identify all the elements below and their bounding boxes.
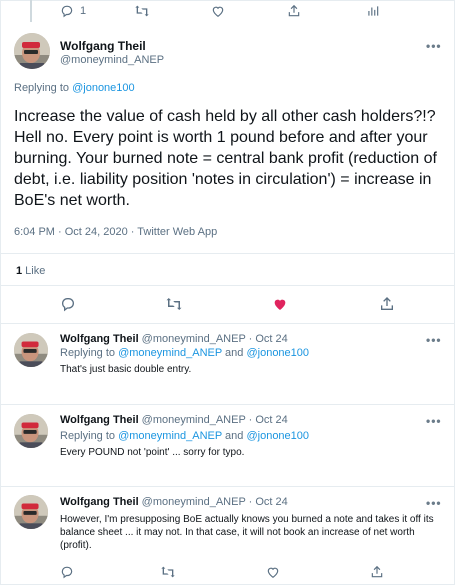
reply-icon (62, 298, 74, 312)
previous-tweet-actions: 1 (0, 4, 455, 22)
divider (0, 285, 455, 286)
reply-author-handle-time[interactable]: @moneymind_ANEP · Oct 24 (139, 333, 288, 345)
replying-to-and: and (222, 347, 247, 359)
retweet-icon (161, 566, 175, 578)
replying-to-handle-link[interactable]: @jonone100 (246, 347, 309, 359)
retweet-button[interactable] (165, 296, 183, 312)
reply-icon (61, 5, 73, 18)
like-count-link[interactable]: 1 Like (16, 265, 45, 277)
retweet-icon (166, 298, 182, 310)
share-button[interactable] (379, 296, 395, 312)
like-label: Like (22, 265, 46, 277)
replying-to-handle-link[interactable]: @jonone100 (72, 82, 135, 94)
tweet-text: Increase the value of cash held by all o… (14, 108, 437, 209)
avatar[interactable] (14, 414, 48, 448)
more-options-icon[interactable]: ••• (426, 334, 442, 346)
heart-outline-icon (212, 6, 224, 17)
author-name[interactable]: Wolfgang Theil (60, 39, 146, 53)
more-options-icon[interactable]: ••• (426, 415, 442, 427)
author-handle[interactable]: @moneymind_ANEP (60, 54, 164, 66)
reply-button[interactable]: 1 (60, 4, 86, 18)
divider (0, 486, 455, 487)
reply-icon (61, 566, 73, 579)
more-options-icon[interactable]: ••• (426, 40, 442, 52)
share-button[interactable] (287, 4, 301, 18)
reply-button[interactable] (60, 565, 74, 579)
replying-to: Replying to @moneymind_ANEP and @jonone1… (60, 430, 309, 442)
like-button[interactable] (211, 4, 225, 18)
replying-to-and: and (222, 430, 247, 442)
reply-author-handle-time[interactable]: @moneymind_ANEP · Oct 24 (139, 414, 288, 426)
reply-button[interactable] (60, 296, 76, 312)
replying-to-handle-link[interactable]: @jonone100 (246, 430, 309, 442)
reply-count: 1 (80, 5, 87, 17)
like-button[interactable] (272, 296, 288, 312)
retweet-button[interactable] (134, 4, 150, 18)
reply-author-line[interactable]: Wolfgang Theil @moneymind_ANEP · Oct 24 (60, 333, 288, 345)
retweet-button[interactable] (160, 565, 176, 579)
analytics-icon (368, 6, 379, 16)
divider (0, 404, 455, 405)
divider (0, 323, 455, 324)
analytics-button[interactable] (366, 4, 380, 18)
reply-author-line[interactable]: Wolfgang Theil @moneymind_ANEP · Oct 24 (60, 414, 288, 426)
share-icon (288, 4, 300, 17)
reply-text: However, I'm presupposing BoE actually k… (60, 514, 434, 551)
tweet-timestamp[interactable]: 6:04 PM · Oct 24, 2020 · Twitter Web App (14, 226, 217, 238)
replying-to: Replying to @moneymind_ANEP and @jonone1… (60, 347, 309, 359)
like-button[interactable] (266, 565, 280, 579)
avatar[interactable] (14, 333, 48, 367)
reply-author-line[interactable]: Wolfgang Theil @moneymind_ANEP · Oct 24 (60, 496, 288, 508)
replying-to-handle-link[interactable]: @moneymind_ANEP (118, 430, 222, 442)
replying-to-label: Replying to (60, 430, 119, 442)
replying-to: Replying to @jonone100 (14, 82, 135, 94)
profile-photo (14, 414, 48, 448)
replying-to-handle-link[interactable]: @moneymind_ANEP (118, 347, 222, 359)
reply-author-handle-time[interactable]: @moneymind_ANEP · Oct 24 (139, 496, 288, 508)
reply-text: Every POUND not 'point' ... sorry for ty… (60, 447, 245, 458)
reply-author-name[interactable]: Wolfgang Theil (60, 496, 139, 508)
profile-photo (14, 495, 48, 529)
avatar[interactable] (14, 495, 48, 529)
replying-to-label: Replying to (14, 82, 73, 94)
share-icon (371, 565, 383, 578)
replying-to-label: Replying to (60, 347, 119, 359)
share-icon (381, 297, 393, 310)
reply-text: That's just basic double entry. (60, 364, 192, 375)
divider (0, 253, 455, 254)
retweet-icon (135, 5, 149, 17)
heart-filled-icon (274, 299, 286, 310)
main-tweet-actions (0, 296, 455, 316)
reply-actions (0, 565, 455, 581)
heart-outline-icon (267, 567, 279, 578)
avatar[interactable] (14, 33, 50, 69)
reply-author-name[interactable]: Wolfgang Theil (60, 333, 139, 345)
more-options-icon[interactable]: ••• (426, 497, 442, 509)
profile-photo (14, 333, 48, 367)
profile-photo (14, 33, 50, 69)
reply-author-name[interactable]: Wolfgang Theil (60, 414, 139, 426)
share-button[interactable] (370, 565, 384, 579)
